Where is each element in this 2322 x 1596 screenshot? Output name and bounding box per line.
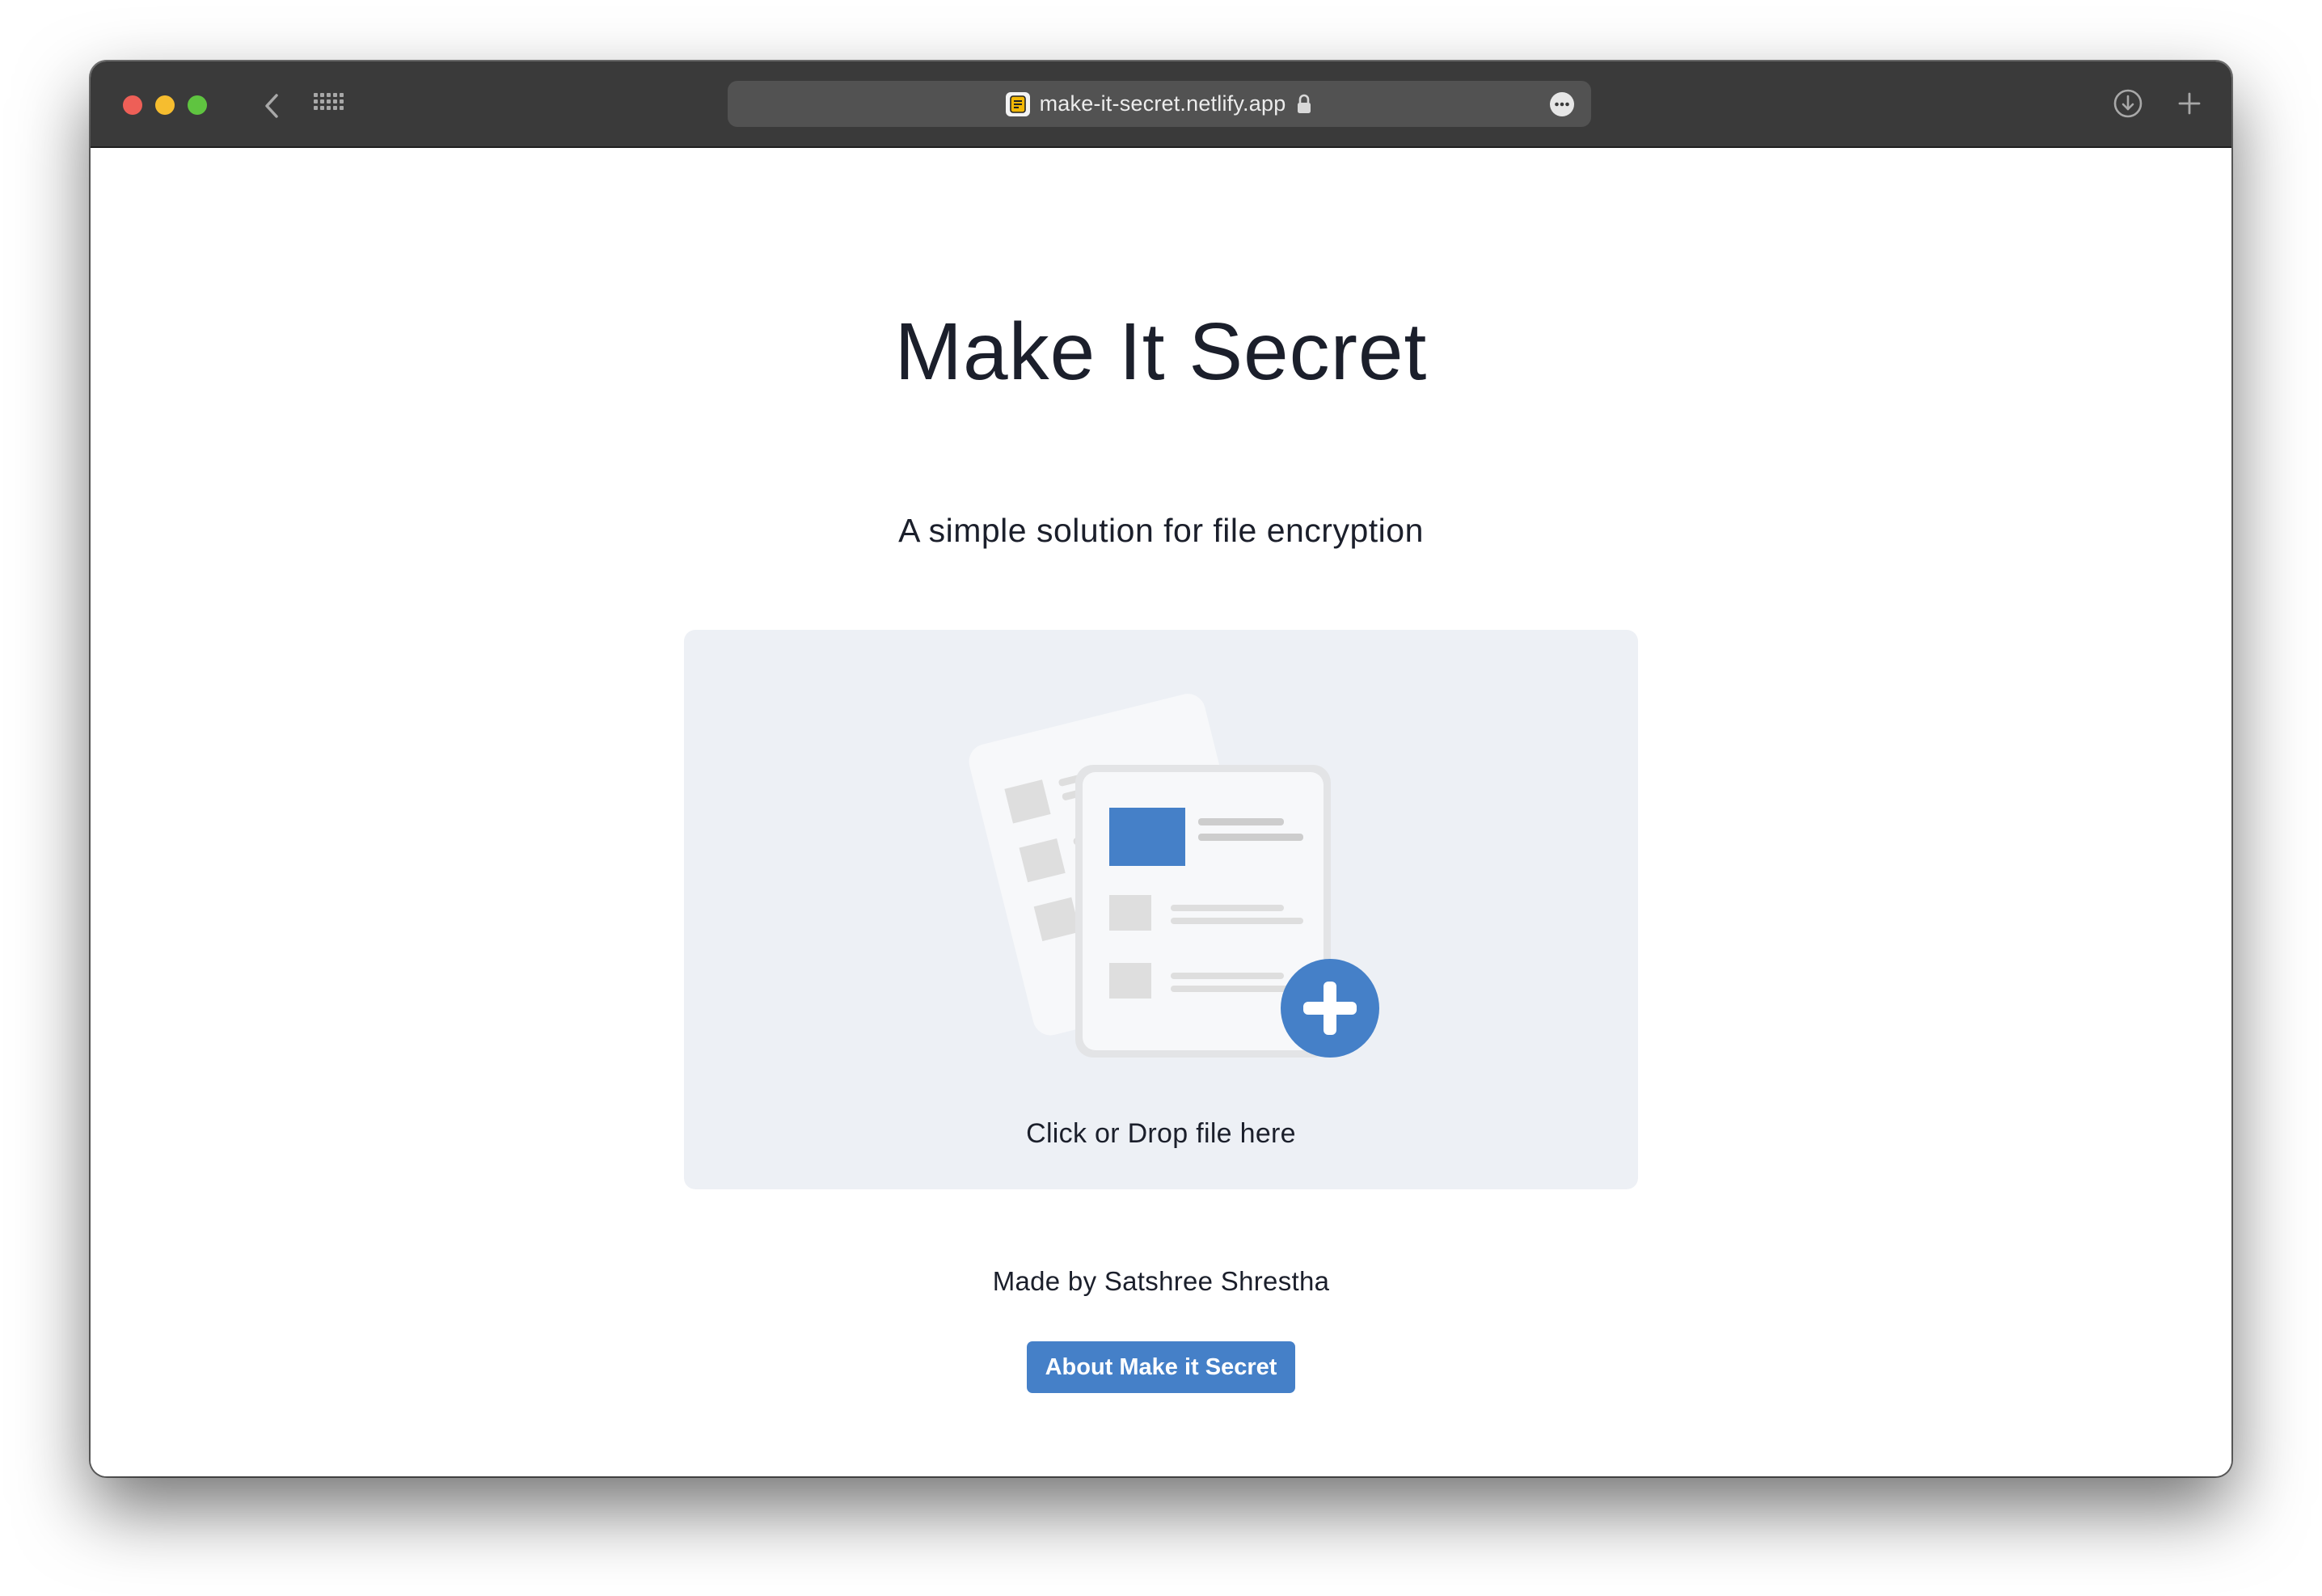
page-content: Make It Secret A simple solution for fil…: [91, 148, 2231, 1476]
about-button[interactable]: About Make it Secret: [1027, 1341, 1295, 1393]
browser-window: make-it-secret.netlify.app Make It Secre…: [91, 61, 2231, 1476]
tab-overview-button[interactable]: [310, 88, 346, 124]
add-file-illustration-icon: [969, 694, 1379, 1058]
address-bar[interactable]: make-it-secret.netlify.app: [728, 81, 1591, 127]
new-tab-button[interactable]: [2173, 87, 2206, 120]
page-title: Make It Secret: [894, 306, 1428, 397]
maximize-window-button[interactable]: [188, 95, 207, 115]
downloads-button[interactable]: [2112, 87, 2144, 120]
author-credit: Made by Satshree Shrestha: [992, 1266, 1330, 1296]
minimize-window-button[interactable]: [155, 95, 175, 115]
lock-icon: [1298, 94, 1311, 113]
grid-icon: [314, 93, 344, 110]
ellipsis-circle-icon: [1550, 92, 1574, 116]
site-favicon-icon: [1005, 91, 1030, 116]
url-text: make-it-secret.netlify.app: [1039, 91, 1286, 116]
download-icon: [2113, 89, 2143, 118]
close-window-button[interactable]: [123, 95, 142, 115]
plus-icon: [2178, 92, 2201, 115]
dropzone-label: Click or Drop file here: [1026, 1118, 1296, 1149]
page-subtitle: A simple solution for file encryption: [898, 512, 1424, 549]
file-dropzone[interactable]: Click or Drop file here: [684, 630, 1638, 1189]
browser-toolbar: make-it-secret.netlify.app: [91, 61, 2231, 148]
chevron-left-icon: [265, 94, 278, 118]
back-button[interactable]: [252, 86, 293, 126]
page-menu-button[interactable]: [1549, 91, 1575, 117]
